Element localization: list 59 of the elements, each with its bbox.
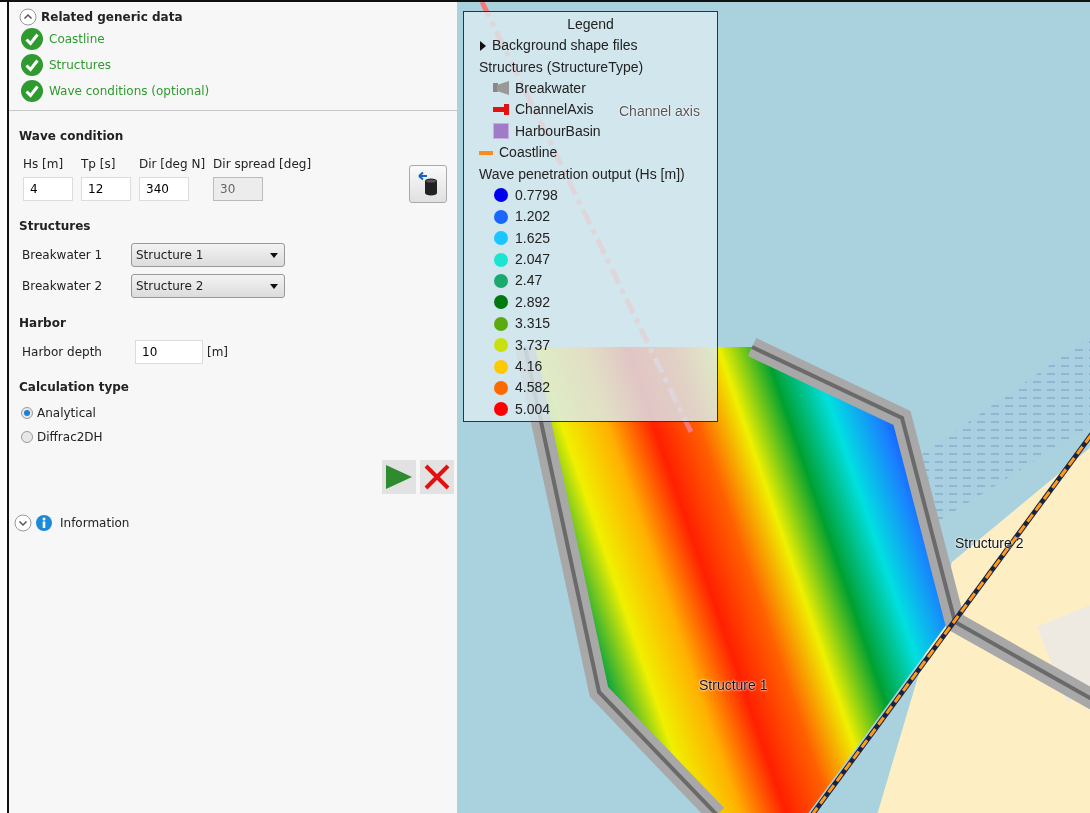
legend-title: Legend: [567, 16, 614, 32]
section-title: Structures: [19, 218, 92, 235]
section-title: Related generic data: [41, 9, 183, 26]
legend-label: 0.7798: [515, 185, 558, 205]
expand-icon[interactable]: [479, 40, 488, 51]
info-icon: [36, 515, 52, 531]
legend-label: 1.625: [515, 228, 551, 248]
legend-label: Breakwater: [515, 78, 586, 98]
field-label: Hs [m]: [23, 156, 65, 173]
input-field[interactable]: 4: [23, 177, 73, 201]
collapse-icon[interactable]: [19, 8, 37, 26]
map-label: Structure 2: [955, 534, 1024, 553]
legend-label: HarbourBasin: [515, 121, 601, 141]
map-label: Channel axis: [619, 102, 700, 121]
basin-swatch-icon: [493, 123, 509, 140]
radio-option[interactable]: Diffrac2DH: [19, 428, 447, 446]
status-label: Structures: [49, 57, 112, 74]
map-label: Structure 1: [699, 676, 768, 695]
section-title: Wave condition: [19, 128, 125, 145]
status-label: Coastline: [49, 31, 105, 48]
legend-label: 2.47: [515, 271, 543, 291]
import-database-icon: [417, 171, 439, 197]
legend-label: Coastline: [499, 143, 558, 163]
legend-label: ChannelAxis: [515, 100, 594, 120]
legend-label: 4.16: [515, 357, 543, 377]
field-label: Breakwater 2: [22, 278, 104, 295]
close-button[interactable]: [420, 460, 454, 494]
channel-symbol-icon: [493, 101, 509, 118]
legend-label: 1.202: [515, 207, 551, 227]
legend-label: 2.047: [515, 250, 551, 270]
input-field[interactable]: 340: [139, 177, 189, 201]
section-title: Calculation type: [19, 379, 130, 396]
legend-label: Structures (StructureType): [479, 57, 644, 77]
field-label: Dir spread [deg]: [213, 156, 312, 173]
field-label: Harbor depth: [22, 344, 103, 361]
legend-label: 5.004: [515, 399, 551, 419]
input-field[interactable]: 10: [135, 340, 203, 364]
structure-dropdown[interactable]: Structure 2: [131, 274, 285, 298]
caret-icon: [270, 283, 278, 289]
legend-label: 3.737: [515, 335, 551, 355]
section-title: Information: [60, 515, 130, 532]
import-database-button[interactable]: [409, 165, 447, 203]
legend-label: Wave penetration output (Hs [m]): [479, 164, 685, 184]
legend-label: Background shape files: [492, 36, 638, 56]
breakwater-symbol-icon: [493, 80, 509, 97]
field-label: Breakwater 1: [22, 247, 104, 264]
legend-label: 2.892: [515, 292, 551, 312]
field-label: Tp [s]: [81, 156, 117, 173]
caret-icon: [270, 252, 278, 258]
unit-label: [m]: [207, 344, 229, 361]
status-label: Wave conditions (optional): [49, 83, 210, 100]
legend-label: 4.582: [515, 378, 551, 398]
section-title: Harbor: [19, 315, 67, 332]
field-label: Dir [deg N]: [139, 156, 206, 173]
structure-dropdown[interactable]: Structure 1: [131, 243, 285, 267]
legend-label: 3.315: [515, 314, 551, 334]
radio-option[interactable]: Analytical: [19, 404, 447, 422]
input-field[interactable]: 12: [81, 177, 131, 201]
run-button[interactable]: [382, 460, 416, 494]
